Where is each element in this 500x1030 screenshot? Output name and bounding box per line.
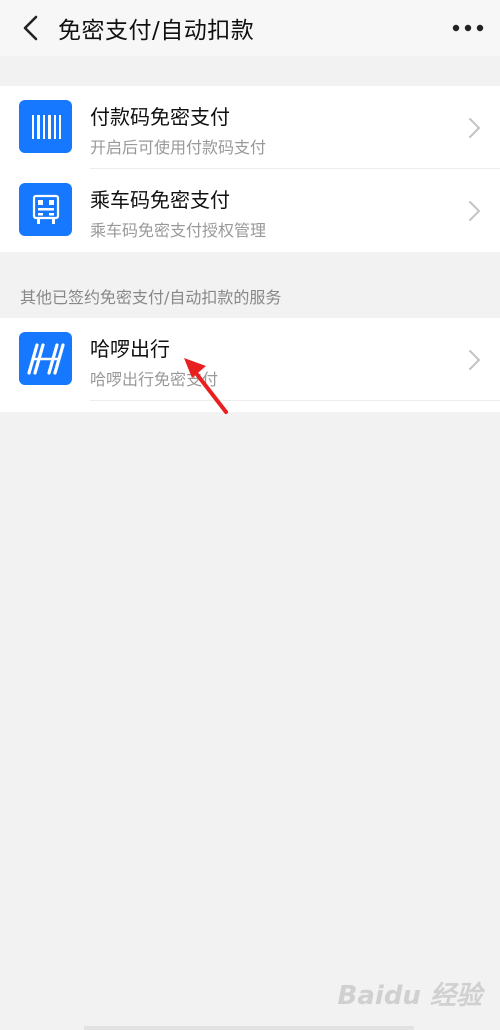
row-subtitle: 哈啰出行免密支付 <box>90 370 219 389</box>
top-nav-bar: 免密支付/自动扣款 <box>0 0 500 56</box>
row-title: 哈啰出行 <box>90 337 170 361</box>
hellobike-service-row[interactable]: 哈啰出行 哈啰出行免密支付 <box>0 318 500 401</box>
more-dots-icon <box>452 24 484 32</box>
row-divider <box>90 400 500 401</box>
section-header: 其他已签约免密支付/自动扣款的服务 <box>20 288 282 307</box>
row-title: 付款码免密支付 <box>90 105 230 129</box>
payment-code-row[interactable]: 付款码免密支付 开启后可使用付款码支付 <box>0 86 500 169</box>
chevron-right-icon <box>469 201 480 221</box>
signed-services-group: 哈啰出行 哈啰出行免密支付 <box>0 318 500 412</box>
chevron-right-icon <box>469 118 480 138</box>
barcode-icon <box>19 100 72 153</box>
baidu-watermark: Baidu 经验 <box>338 975 482 1012</box>
transit-code-row[interactable]: 乘车码免密支付 乘车码免密支付授权管理 <box>0 169 500 252</box>
primary-settings-group: 付款码免密支付 开启后可使用付款码支付 乘车码免密支付 乘车码免密支付授权管理 <box>0 86 500 252</box>
home-indicator-bar <box>84 1026 414 1030</box>
row-title: 乘车码免密支付 <box>90 188 230 212</box>
watermark-text: Baidu 经验 <box>337 981 482 1011</box>
chevron-left-icon <box>23 15 38 41</box>
more-button[interactable] <box>448 10 488 46</box>
back-button[interactable] <box>8 0 52 56</box>
hellobike-logo-icon <box>19 332 72 385</box>
page-title: 免密支付/自动扣款 <box>58 18 255 44</box>
row-subtitle: 乘车码免密支付授权管理 <box>90 221 267 240</box>
bus-code-icon <box>19 183 72 236</box>
chevron-right-icon <box>469 350 480 370</box>
row-subtitle: 开启后可使用付款码支付 <box>90 138 267 157</box>
